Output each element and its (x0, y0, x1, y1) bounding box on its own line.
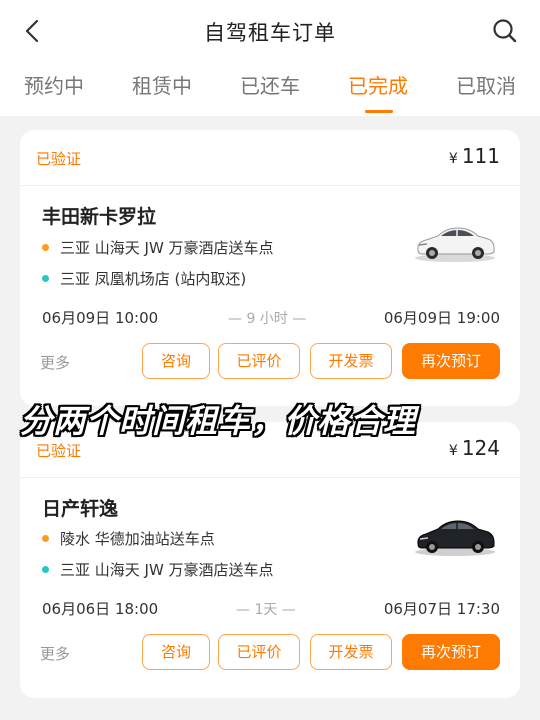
reviewed-button[interactable]: 已评价 (218, 343, 300, 379)
return-dot (42, 275, 49, 282)
price-value: 111 (461, 144, 500, 168)
return-location: 三亚 凤凰机场店 (站内取还) (60, 270, 247, 288)
top-bar: 自驾租车订单 (0, 0, 540, 62)
pickup-time: 06月09日 10:00 (42, 309, 159, 327)
status-badge: 已验证 (36, 442, 82, 460)
tab-reserved[interactable]: 预约中 (0, 70, 108, 99)
order-card-header: 已验证 ¥111 (20, 130, 520, 186)
tab-returned[interactable]: 已还车 (216, 70, 324, 99)
rebook-button[interactable]: 再次预订 (402, 634, 500, 670)
order-price: ¥111 (449, 144, 500, 168)
order-status-tabs: 预约中 租赁中 已还车 已完成 已取消 (0, 62, 540, 116)
currency-symbol: ¥ (448, 151, 458, 167)
reviewed-button[interactable]: 已评价 (218, 634, 300, 670)
overlay-caption: 分两个时间租车，价格合理 (20, 402, 417, 440)
car-name: 日产轩逸 (42, 498, 119, 520)
pickup-dot (42, 244, 49, 251)
tab-completed[interactable]: 已完成 (324, 70, 432, 99)
tab-cancelled[interactable]: 已取消 (432, 70, 540, 99)
more-link[interactable]: 更多 (40, 643, 70, 664)
car-icon (415, 227, 495, 262)
pickup-time: 06月06日 18:00 (42, 600, 159, 618)
currency-symbol: ¥ (448, 443, 458, 459)
page-title: 自驾租车订单 (204, 21, 336, 45)
return-time: 06月09日 19:00 (383, 309, 500, 327)
pickup-location: 陵水 华德加油站送车点 (60, 530, 215, 548)
more-link[interactable]: 更多 (40, 352, 70, 373)
pickup-dot (42, 535, 49, 542)
tab-renting[interactable]: 租赁中 (108, 70, 216, 99)
pickup-location: 三亚 山海天 JW 万豪酒店送车点 (60, 239, 274, 257)
car-icon (415, 520, 495, 556)
order-card[interactable]: 已验证 ¥124 日产轩逸 陵水 华德加油站送车点 三亚 山海天 JW 万豪酒店… (20, 422, 520, 698)
return-location: 三亚 山海天 JW 万豪酒店送车点 (60, 561, 274, 579)
order-price: ¥124 (449, 436, 500, 460)
search-button[interactable] (490, 16, 520, 46)
invoice-button[interactable]: 开发票 (310, 634, 392, 670)
return-dot (42, 566, 49, 573)
car-name: 丰田新卡罗拉 (42, 206, 157, 228)
price-value: 124 (461, 436, 500, 460)
active-tab-indicator (365, 110, 393, 113)
invoice-button[interactable]: 开发票 (310, 343, 392, 379)
rebook-button[interactable]: 再次预订 (402, 343, 500, 379)
consult-button[interactable]: 咨询 (142, 634, 210, 670)
rental-duration: — 1天 — (236, 602, 296, 618)
search-icon (493, 19, 517, 43)
rental-duration: — 9 小时 — (228, 311, 307, 327)
order-card[interactable]: 已验证 ¥111 丰田新卡罗拉 三亚 山海天 JW 万豪酒店送车点 三亚 凤凰机… (20, 130, 520, 406)
consult-button[interactable]: 咨询 (142, 343, 210, 379)
return-time: 06月07日 17:30 (383, 600, 500, 618)
status-badge: 已验证 (36, 150, 82, 168)
